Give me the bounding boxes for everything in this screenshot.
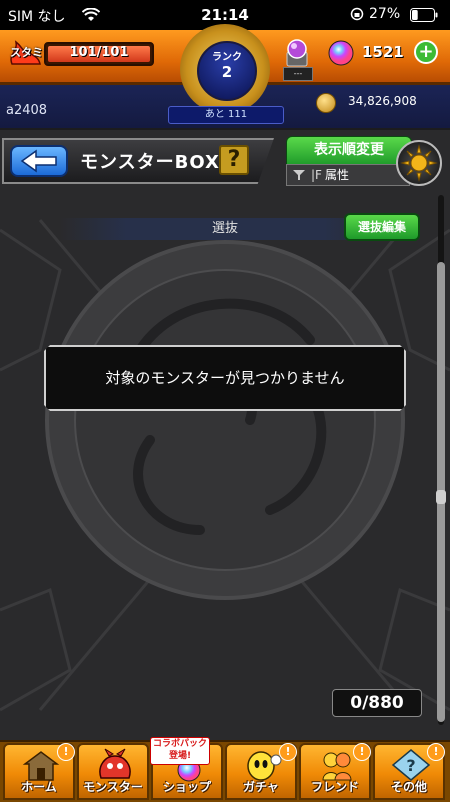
home-icon xyxy=(22,751,60,781)
svg-text:?: ? xyxy=(406,756,415,775)
rank-label: ランク xyxy=(212,52,242,63)
page-title: モンスターBOX xyxy=(80,152,220,173)
rank-next-text: あと 111 xyxy=(168,106,284,124)
back-button[interactable] xyxy=(10,145,68,177)
nav-gacha-label: ガチャ xyxy=(243,780,279,794)
home-alert-badge: ! xyxy=(57,743,75,761)
nav-home-button[interactable]: ホーム ! xyxy=(3,743,75,800)
monster-icon xyxy=(99,748,131,779)
friend-icon xyxy=(322,752,352,781)
battery-percent: 27% xyxy=(369,6,401,22)
username: a2408 xyxy=(6,103,48,118)
sort-glyph: |F xyxy=(311,168,322,182)
orientation-lock-icon xyxy=(350,7,364,21)
nav-shop-label: ショップ xyxy=(162,780,211,794)
gem-count: 1521 xyxy=(362,43,404,61)
nav-other-label: その他 xyxy=(390,780,427,794)
gacha-icon xyxy=(247,751,282,781)
other-alert-badge: ! xyxy=(427,743,445,761)
filter-button[interactable]: |F 属性 xyxy=(286,164,410,186)
edit-selection-button[interactable]: 選抜編集 xyxy=(344,213,420,241)
nav-home-label: ホーム xyxy=(21,780,57,794)
orb-gem-icon xyxy=(328,40,354,66)
filter-label: 属性 xyxy=(325,168,350,182)
nav-friend-label: フレンド xyxy=(310,780,359,794)
buy-orb-button[interactable]: + xyxy=(414,40,438,64)
stamina-value: 101/101 xyxy=(69,45,129,60)
nav-gacha-button[interactable]: ガチャ ! xyxy=(225,743,297,800)
help-button[interactable]: ? xyxy=(219,145,249,175)
selection-bar: 選抜 xyxy=(60,218,390,240)
rank-value: 2 xyxy=(221,63,233,81)
battery-icon xyxy=(410,8,438,22)
coin-icon xyxy=(316,93,336,113)
box-count: 0/880 xyxy=(332,689,422,717)
gacha-alert-badge: ! xyxy=(279,743,297,761)
friend-alert-badge: ! xyxy=(353,743,371,761)
nav-friend-button[interactable]: フレンド ! xyxy=(299,743,371,800)
collab-pack-badge: コラボパック登場! xyxy=(150,737,210,765)
scrollbar-grip[interactable] xyxy=(436,490,446,504)
background-emblem-art xyxy=(0,219,450,712)
sort-order-button[interactable]: 表示順変更 xyxy=(286,136,412,166)
nav-other-button[interactable]: ? その他 ! xyxy=(373,743,445,800)
monster-box-area xyxy=(0,190,450,740)
filter-icon xyxy=(293,170,305,180)
luck-orb-icon[interactable] xyxy=(283,38,311,68)
back-arrow-icon xyxy=(20,149,57,173)
other-icon: ? xyxy=(391,749,431,781)
nav-monster-label: モンスター xyxy=(83,780,143,794)
orb-sub-label: --- xyxy=(283,67,313,81)
sun-icon xyxy=(400,144,438,182)
player-header: スタミナ 101/101 ランク 2 --- 1521 + a2408 あと 1… xyxy=(0,24,450,128)
nav-monster-button[interactable]: モンスター xyxy=(77,743,149,800)
empty-message: 対象のモンスターが見つかりません xyxy=(44,345,406,411)
coin-count: 34,826,908 xyxy=(348,94,417,108)
element-toggle-button[interactable] xyxy=(396,140,442,186)
